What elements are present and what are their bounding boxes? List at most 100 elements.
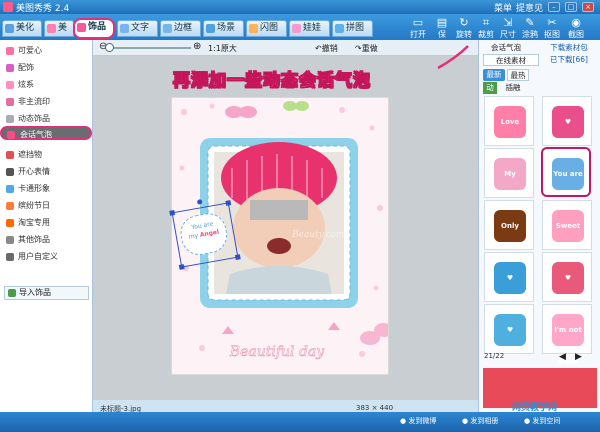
sidebar-item-custom[interactable]: 用户自定义 (4, 250, 88, 264)
download-pack-link[interactable]: 下载素材包 (541, 42, 597, 54)
canvas-area[interactable]: Beautiful day Beauty.com You are my Ange… (93, 56, 478, 413)
share-weibo-label: 发到微博 (408, 417, 437, 425)
resize-handle-tl[interactable] (169, 209, 176, 216)
site-watermark: 网页教学网 (512, 403, 558, 413)
prev-page-icon[interactable]: ◀ (559, 352, 566, 362)
share-bar: ● 发到微博 ● 发到相册 ● 发到空间 网页教学网 (0, 403, 600, 432)
heart-icon (77, 23, 86, 32)
sidebar-item-accessory[interactable]: 配饰 (4, 61, 88, 75)
sidebar-item-cute-heart[interactable]: 可爱心 (4, 44, 88, 58)
tab-border[interactable]: 边框 (160, 20, 201, 37)
shop-icon (6, 219, 14, 227)
canvas-subbar: ⊖ ⊕ 1:1原大 ↶撤销 ↷重做 (93, 40, 478, 56)
share-weibo-button[interactable]: ● 发到微博 (400, 416, 436, 426)
resize-handle-bl[interactable] (178, 264, 185, 270)
close-icon[interactable]: × (582, 2, 594, 12)
border-icon (163, 24, 172, 33)
sticker-item[interactable]: Sweet Love (542, 200, 592, 262)
tab-beautify[interactable]: 美化 (2, 20, 42, 37)
menu-link[interactable]: 菜单 (494, 1, 512, 14)
resize-button[interactable]: ⇲ 尺寸 (496, 16, 520, 40)
save-button[interactable]: ▤ 保 (430, 16, 454, 40)
tab-doll[interactable]: 娃娃 (289, 20, 330, 37)
sticker-item[interactable]: ♥ (484, 252, 534, 302)
undo-button[interactable]: ↶撤销 (315, 43, 338, 54)
tab-beauty[interactable]: 美 (44, 20, 74, 37)
share-space-button[interactable]: ● 发到空间 (524, 416, 560, 426)
minimize-icon[interactable]: – (548, 2, 560, 12)
sticker-item[interactable]: ♥ (484, 304, 534, 354)
tab-text[interactable]: 文字 (117, 20, 158, 37)
rotate-button[interactable]: ↻ 旋转 (452, 16, 476, 40)
sticker-text-line2: my (188, 232, 199, 241)
tab-collage[interactable]: 拼图 (332, 20, 373, 37)
tab-online-material[interactable]: 在线素材 (483, 54, 539, 66)
zoom-slider[interactable] (111, 47, 191, 49)
import-label: 导入饰品 (19, 288, 51, 297)
redo-button[interactable]: ↷重做 (355, 43, 378, 54)
tool-label: 截图 (568, 30, 584, 39)
next-page-icon[interactable]: ▶ (575, 352, 582, 362)
sticker-item[interactable]: ♥ (542, 96, 592, 146)
doodle-button[interactable]: ✎ 涂鸦 (518, 16, 542, 40)
resize-handle-tr[interactable] (225, 200, 232, 206)
tutorial-heading: 再添加一些动态会话气泡 (173, 71, 371, 92)
save-icon: ▤ (436, 16, 448, 29)
sticker-item[interactable]: Love You (484, 96, 534, 158)
sidebar-item-label: 遮挡物 (18, 150, 42, 159)
sidebar-item-happy-face[interactable]: 开心表情 (4, 165, 88, 179)
maximize-icon[interactable]: □ (565, 2, 577, 12)
tab-flash[interactable]: 闪图 (246, 20, 287, 37)
folder-icon: ▭ (412, 16, 424, 29)
sticker-label: Love You (494, 106, 526, 158)
tab-label: 边框 (174, 23, 193, 33)
sidebar-item-flashy[interactable]: 炫系 (4, 78, 88, 92)
sidebar-item-animated[interactable]: 动态饰品 (4, 112, 88, 126)
cutout-button[interactable]: ✂ 抠图 (540, 16, 564, 40)
tool-label: 裁剪 (478, 30, 494, 39)
sidebar-item-cover[interactable]: 遮挡物 (4, 148, 88, 162)
tab-accessories[interactable]: 饰品 (73, 18, 115, 39)
dynamic-checkbox[interactable]: 插融 (499, 82, 527, 94)
sticker-item[interactable]: Only You (484, 200, 534, 262)
sort-newest[interactable]: 最新 (483, 69, 505, 81)
heart-icon (6, 47, 14, 55)
sidebar-item-cartoon[interactable]: 卡通形象 (4, 182, 88, 196)
sidebar-item-taobao[interactable]: 淘宝专用 (4, 216, 88, 230)
page-indicator: 21/22 (484, 352, 505, 360)
main-toolbar: 美化 美 饰品 文字 边框 场景 闪图 娃娃 拼图 ▭ 打开 ▤ 保 ↻ 旋转 ⌗ 裁剪… (0, 14, 600, 40)
selected-sticker[interactable]: You are my Angel (169, 199, 241, 270)
open-button[interactable]: ▭ 打开 (406, 16, 430, 40)
sidebar-item-holiday[interactable]: 缤纷节日 (4, 199, 88, 213)
sticker-label: ♥ (494, 262, 526, 294)
zoom-slider-knob[interactable] (105, 43, 114, 52)
brush-icon: ✎ (525, 16, 535, 29)
import-icon (8, 289, 16, 297)
sort-hottest[interactable]: 最热 (507, 69, 529, 81)
sidebar-item-speech-bubble[interactable]: 会话气泡 (0, 126, 92, 140)
sticker-item[interactable]: I'm not alone (542, 304, 592, 366)
cartoon-icon (6, 185, 14, 193)
panel-title: 会话气泡 (491, 43, 521, 52)
crop-button[interactable]: ⌗ 裁剪 (474, 16, 498, 40)
tool-label: 尺寸 (500, 30, 516, 39)
import-accessory-button[interactable]: 导入饰品 (4, 286, 89, 300)
resize-handle-br[interactable] (234, 254, 241, 261)
sticker-item-selected[interactable]: You are my Angel (541, 147, 591, 242)
zoom-in-icon[interactable]: ⊕ (193, 41, 201, 52)
sticker-item[interactable]: ♥ (542, 252, 592, 302)
title-bar: 美图秀秀 2.4 菜单 提意见 – □ × (0, 0, 600, 14)
screenshot-button[interactable]: ◉ 截图 (564, 16, 588, 40)
sticker-item[interactable]: My Love (484, 148, 534, 210)
sticker-text-line3: Angel (199, 228, 220, 239)
sticker-label: ♥ (552, 106, 584, 138)
share-space-label: 发到空间 (532, 417, 561, 425)
sidebar-item-other[interactable]: 其他饰品 (4, 233, 88, 247)
share-album-button[interactable]: ● 发到相册 (462, 416, 498, 426)
tab-scene[interactable]: 场景 (203, 20, 244, 37)
tab-downloaded[interactable]: 已下载[66] (541, 54, 597, 66)
accessory-category-sidebar: 可爱心 配饰 炫系 非主流印 动态饰品 会话气泡 遮挡物 开心表情 卡通形象 缤… (0, 40, 93, 412)
sidebar-item-nonmainstream[interactable]: 非主流印 (4, 95, 88, 109)
zoom-level[interactable]: 1:1原大 (208, 43, 237, 54)
feedback-link[interactable]: 提意见 (516, 1, 543, 14)
